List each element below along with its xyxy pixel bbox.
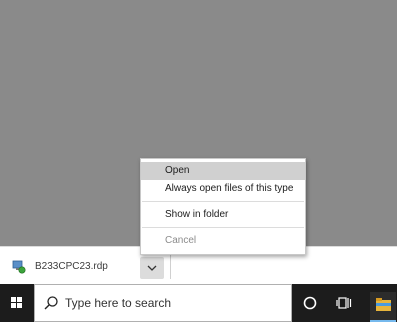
windows-start-icon — [11, 297, 22, 308]
taskbar: Type here to search — [0, 284, 397, 322]
file-explorer-button[interactable] — [370, 292, 396, 322]
download-item[interactable]: B233CPC23.rdp — [8, 255, 168, 279]
window-edge — [397, 0, 402, 322]
menu-item-label: Always open files of this type — [165, 183, 294, 194]
task-view-button[interactable] — [336, 294, 354, 312]
download-context-menu: Open Always open files of this type Show… — [140, 158, 306, 255]
menu-item-open[interactable]: Open — [141, 162, 305, 180]
menu-item-label: Show in folder — [165, 209, 229, 220]
start-button[interactable] — [0, 284, 34, 322]
menu-item-show-in-folder[interactable]: Show in folder — [141, 206, 305, 224]
menu-item-always-open[interactable]: Always open files of this type — [141, 180, 305, 198]
search-icon — [44, 296, 58, 310]
file-explorer-icon — [376, 298, 391, 311]
taskbar-search-box[interactable]: Type here to search — [34, 284, 292, 322]
file-rdp-icon — [12, 260, 26, 274]
chevron-down-icon — [147, 265, 157, 271]
menu-item-label: Open — [165, 165, 190, 176]
download-options-button[interactable] — [140, 257, 164, 279]
task-view-icon — [336, 297, 352, 309]
cortana-button[interactable] — [300, 293, 320, 313]
menu-item-cancel[interactable]: Cancel — [141, 232, 305, 250]
menu-divider — [142, 227, 304, 228]
search-placeholder: Type here to search — [65, 296, 172, 310]
download-item-divider — [170, 255, 171, 279]
menu-item-label: Cancel — [165, 235, 197, 246]
cortana-circle-icon — [303, 296, 317, 310]
menu-divider — [142, 201, 304, 202]
download-filename: B233CPC23.rdp — [35, 261, 108, 272]
